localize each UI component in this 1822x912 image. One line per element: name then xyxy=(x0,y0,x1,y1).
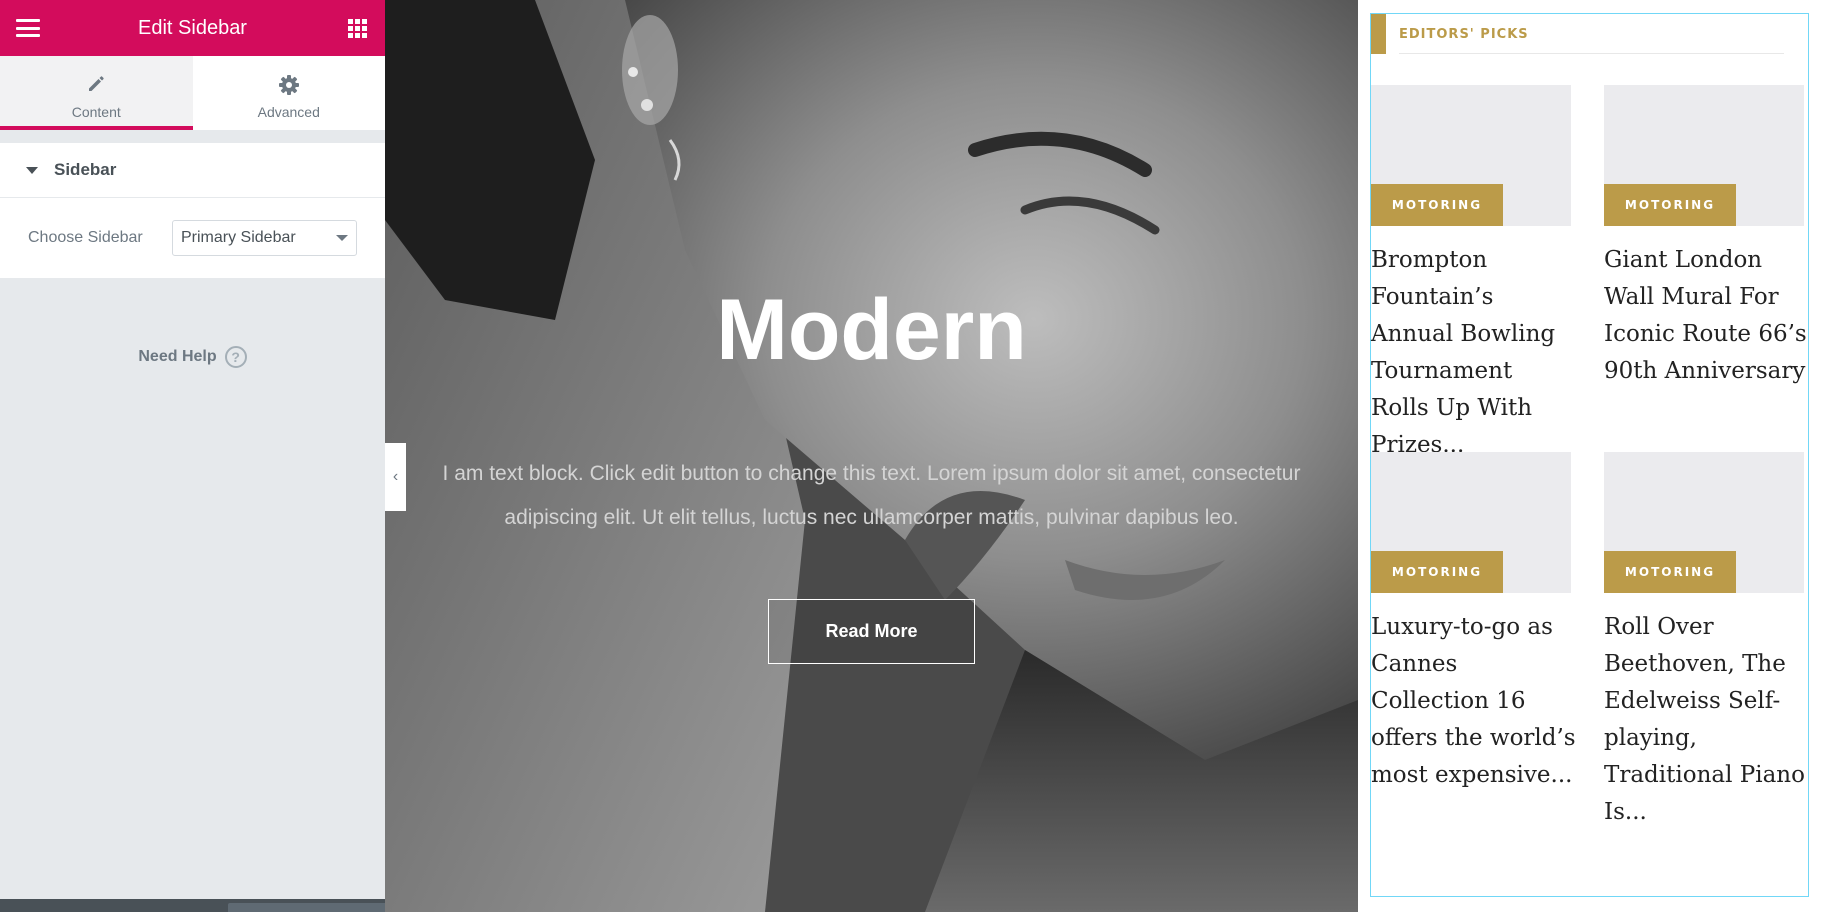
heading-divider xyxy=(1399,53,1784,54)
chevron-down-icon xyxy=(336,234,348,241)
panel-header: Edit Sidebar xyxy=(0,0,385,56)
choose-sidebar-control: Choose Sidebar Primary Sidebar xyxy=(0,198,385,277)
hero-text: I am text block. Click edit button to ch… xyxy=(442,462,1301,529)
post-card: MOTORING Luxury-to-go as Cannes Collecti… xyxy=(1371,452,1576,794)
panel-title: Edit Sidebar xyxy=(138,17,247,39)
post-thumbnail[interactable]: MOTORING xyxy=(1604,452,1804,593)
editor-panel: Edit Sidebar Content Advanced Sidebar Ch… xyxy=(0,0,385,912)
section-title: Sidebar xyxy=(54,160,117,179)
panel-footer xyxy=(0,899,385,912)
sidebar-select[interactable]: Primary Sidebar xyxy=(172,219,357,256)
post-thumbnail[interactable]: MOTORING xyxy=(1604,85,1804,226)
category-badge[interactable]: MOTORING xyxy=(1371,551,1503,593)
panel-tabs: Content Advanced xyxy=(0,56,385,130)
post-thumbnail[interactable]: MOTORING xyxy=(1371,452,1571,593)
post-headline[interactable]: Brompton Fountain’s Annual Bowling Tourn… xyxy=(1371,242,1576,464)
post-headline[interactable]: Luxury-to-go as Cannes Collection 16 off… xyxy=(1371,609,1576,794)
tab-advanced-label: Advanced xyxy=(257,104,320,120)
hero-heading: Modern xyxy=(716,282,1027,378)
gear-icon xyxy=(278,75,299,95)
editors-picks-title: EDITORS' PICKS xyxy=(1399,27,1529,42)
caret-down-icon xyxy=(26,166,38,174)
post-thumbnail[interactable]: MOTORING xyxy=(1371,85,1571,226)
choose-sidebar-label: Choose Sidebar xyxy=(28,228,143,246)
collapse-panel-toggle[interactable]: ‹ xyxy=(385,443,406,511)
read-more-button[interactable]: Read More xyxy=(768,599,975,664)
post-headline[interactable]: Roll Over Beethoven, The Edelweiss Self-… xyxy=(1604,609,1809,831)
category-badge[interactable]: MOTORING xyxy=(1371,184,1503,226)
question-circle-icon: ? xyxy=(224,346,247,368)
editors-picks-widget[interactable]: EDITORS' PICKS MOTORING Brompton Fountai… xyxy=(1370,13,1809,897)
chevron-left-icon: ‹ xyxy=(392,468,399,485)
tab-advanced[interactable]: Advanced xyxy=(193,56,386,130)
tab-content[interactable]: Content xyxy=(0,56,193,130)
tab-content-label: Content xyxy=(71,104,121,120)
post-card: MOTORING Giant London Wall Mural For Ico… xyxy=(1604,85,1807,390)
hero-section: Modern I am text block. Click edit butto… xyxy=(385,0,1358,912)
post-card: MOTORING Roll Over Beethoven, The Edelwe… xyxy=(1604,452,1805,831)
need-help-label: Need Help xyxy=(138,348,217,365)
post-headline[interactable]: Giant London Wall Mural For Iconic Route… xyxy=(1604,242,1809,390)
sidebar-section-toggle[interactable]: Sidebar xyxy=(0,143,385,198)
heading-accent-bar xyxy=(1371,14,1386,54)
category-badge[interactable]: MOTORING xyxy=(1604,184,1736,226)
post-card: MOTORING Brompton Fountain’s Annual Bowl… xyxy=(1371,85,1571,464)
sidebar-select-value: Primary Sidebar xyxy=(181,228,296,246)
category-badge[interactable]: MOTORING xyxy=(1604,551,1736,593)
footer-button[interactable] xyxy=(228,903,385,912)
sidebar-section: Sidebar Choose Sidebar Primary Sidebar xyxy=(0,143,385,278)
pencil-icon xyxy=(89,76,104,91)
need-help-link[interactable]: Need Help ? xyxy=(0,346,385,368)
editors-picks-header: EDITORS' PICKS xyxy=(1371,14,1786,54)
widgets-grid-icon[interactable] xyxy=(348,19,367,38)
